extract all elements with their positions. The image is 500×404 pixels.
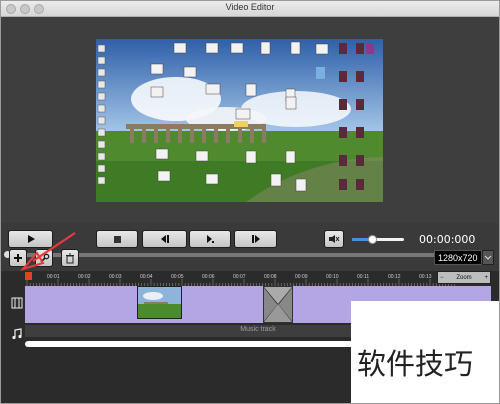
volume-knob[interactable]: [367, 235, 377, 244]
time-ruler[interactable]: 00:01 00:02 00:03 00:04 00:05 00:06 00:07 00:08…: [25, 273, 457, 286]
prev-frame-icon: [160, 235, 169, 243]
video-editor-window: Video Editor 00:00:000 1280x720 00:01 00…: [0, 0, 500, 404]
previous-frame-button[interactable]: [142, 230, 187, 248]
zoom-out-button[interactable]: −: [440, 275, 444, 281]
ruler-tick-label: 00:06: [202, 274, 215, 280]
ruler-ticks: 00:01 00:02 00:03 00:04 00:05 00:06 00:07 00:08…: [26, 274, 456, 286]
ruler-tick-label: 00:12: [388, 274, 401, 280]
ruler-tick-label: 00:09: [295, 274, 308, 280]
video-track-header: [9, 295, 25, 311]
next-frame-icon: [207, 235, 214, 243]
next-frame-button[interactable]: [189, 230, 231, 248]
mute-button[interactable]: [324, 230, 344, 248]
annotation-arrow: [19, 232, 76, 271]
resolution-dropdown-arrow[interactable]: [482, 250, 494, 265]
ruler-tick-label: 00:03: [109, 274, 122, 280]
watermark-text: 软件技巧: [357, 347, 474, 381]
ruler-tick-label: 00:13: [419, 274, 432, 280]
title-bar: Video Editor: [1, 1, 499, 17]
ruler-tick-label: 00:11: [357, 274, 369, 280]
preview-area: [1, 17, 499, 223]
zoom-control[interactable]: − Zoom +: [437, 271, 491, 284]
preview-image: [96, 39, 383, 202]
music-track-header: [9, 326, 25, 342]
ruler-tick-label: 00:08: [264, 274, 277, 280]
skip-icon: [251, 235, 260, 243]
resolution-select[interactable]: 1280x720: [434, 250, 482, 265]
film-icon: [11, 297, 23, 309]
stop-button[interactable]: [96, 230, 138, 248]
chevron-down-icon: [484, 255, 492, 260]
speaker-icon: [329, 235, 340, 243]
ruler-tick-label: 00:10: [326, 274, 339, 280]
ruler-tick-label: 00:05: [171, 274, 184, 280]
ruler-tick-label: 00:01: [47, 274, 60, 280]
transition-block[interactable]: [263, 286, 293, 323]
timecode-display: 00:00:000: [419, 233, 476, 246]
video-clip-thumbnail[interactable]: [137, 286, 182, 319]
skip-forward-button[interactable]: [234, 230, 277, 248]
transition-icon: [263, 286, 293, 323]
ruler-tick-label: 00:04: [140, 274, 153, 280]
video-preview: [96, 39, 383, 202]
timeline-scrollbar[interactable]: [25, 341, 357, 347]
clip-thumbnail-image: [138, 287, 181, 318]
ruler-tick-label: 00:07: [233, 274, 246, 280]
ruler-tick-label: 00:02: [78, 274, 91, 280]
stop-icon: [113, 235, 121, 243]
music-note-icon: [12, 328, 22, 340]
zoom-label: Zoom: [456, 274, 472, 281]
volume-slider[interactable]: [352, 235, 404, 244]
window-title: Video Editor: [225, 2, 275, 12]
zoom-in-button[interactable]: +: [484, 275, 488, 281]
